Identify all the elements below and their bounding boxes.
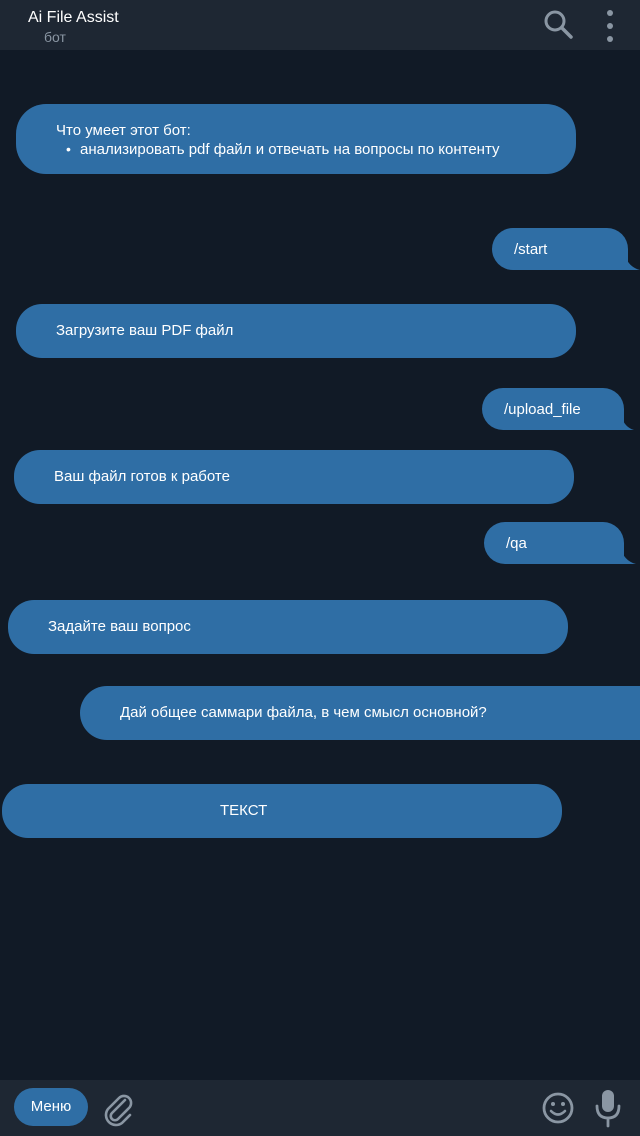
outgoing-message-start: /start	[492, 228, 628, 270]
incoming-message-ask-question: Задайте ваш вопрос	[8, 600, 568, 654]
chat-title[interactable]: Ai File Assist	[28, 9, 119, 27]
message-text: Ваш файл готов к работе	[54, 468, 230, 485]
outgoing-message-upload-file: /upload_file	[482, 388, 624, 430]
incoming-message-upload-prompt: Загрузите ваш PDF файл	[16, 304, 576, 358]
message-text: Задайте ваш вопрос	[48, 618, 191, 635]
message-text: анализировать pdf файл и отвечать на воп…	[80, 141, 500, 158]
message-text: Что умеет этот бот:	[56, 122, 191, 139]
outgoing-message-question: Дай общее саммари файла, в чем смысл осн…	[80, 686, 640, 740]
more-vertical-icon[interactable]	[594, 6, 626, 46]
search-icon[interactable]	[540, 6, 576, 42]
message-text: ТЕКСТ	[220, 802, 268, 819]
paperclip-icon[interactable]	[98, 1088, 138, 1128]
list-bullet: •	[66, 141, 71, 157]
message-text: Загрузите ваш PDF файл	[56, 322, 234, 339]
message-text: /qa	[506, 535, 527, 552]
microphone-icon[interactable]	[590, 1086, 626, 1130]
message-text: Дай общее саммари файла, в чем смысл осн…	[120, 704, 487, 721]
bubble-tail	[624, 252, 640, 270]
incoming-message-answer: ТЕКСТ	[2, 784, 562, 838]
message-text: /start	[514, 241, 548, 258]
chat-subtitle: бот	[44, 29, 66, 45]
message-text: /upload_file	[504, 401, 581, 418]
bubble-tail	[620, 546, 636, 564]
incoming-message-bot-intro: Что умеет этот бот: • анализировать pdf …	[16, 104, 576, 174]
incoming-message-file-ready: Ваш файл готов к работе	[14, 450, 574, 504]
outgoing-message-qa: /qa	[484, 522, 624, 564]
input-bar: Меню	[0, 1080, 640, 1136]
emoji-icon[interactable]	[538, 1088, 578, 1128]
chat-screen: Ai File Assist бот Что умеет этот бот: •…	[0, 0, 640, 1136]
chat-header: Ai File Assist бот	[0, 0, 640, 50]
menu-button[interactable]: Меню	[14, 1088, 88, 1126]
bubble-tail	[620, 412, 634, 430]
